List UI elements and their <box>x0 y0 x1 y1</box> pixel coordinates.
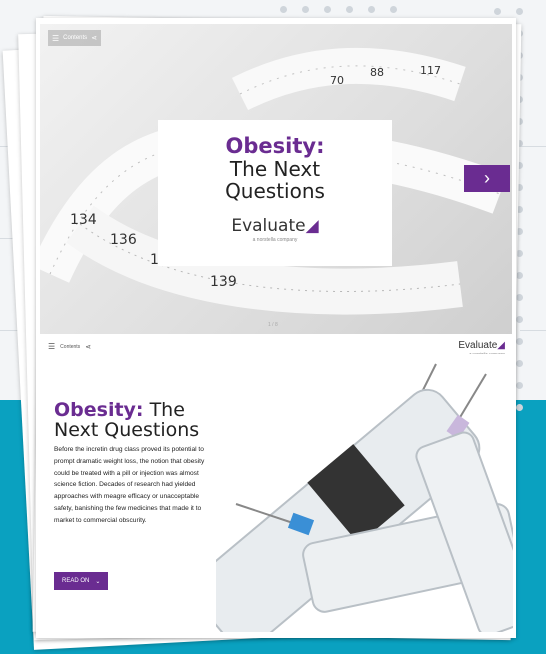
brand-subtitle: a norstella company <box>252 237 298 243</box>
brand-logo: Evaluate◢ <box>158 216 392 236</box>
syringe-illustration <box>216 363 513 632</box>
menu-icon[interactable]: ☰ <box>52 34 59 43</box>
slide-toolbar: ☰ Contents ⋖ <box>48 342 91 351</box>
next-slide-button[interactable]: › <box>464 165 510 192</box>
title-line2: The Next <box>229 157 321 181</box>
body-text: Before the incretin drug class proved it… <box>54 446 205 524</box>
slide-toolbar: ☰ Contents ⋖ <box>48 30 102 46</box>
chevron-down-icon: ⌄ <box>95 578 101 585</box>
svg-text:117: 117 <box>420 64 441 77</box>
svg-text:134: 134 <box>70 212 97 228</box>
share-icon[interactable]: ⋖ <box>91 34 97 42</box>
slide-intro: ☰ Contents ⋖ Evaluate◢ a norstella compa… <box>40 334 513 632</box>
heading: Obesity: The <box>54 400 185 420</box>
decorative-dots-top <box>280 6 480 18</box>
svg-text:136: 136 <box>110 232 137 248</box>
menu-icon[interactable]: ☰ <box>48 342 55 351</box>
read-on-button[interactable]: READ ON ⌄ <box>54 572 109 590</box>
chevron-right-icon: › <box>484 168 490 188</box>
read-on-label: READ ON <box>62 578 90 584</box>
heading-purple: Obesity: <box>54 399 144 421</box>
contents-label[interactable]: Contents <box>60 344 80 350</box>
svg-text:88: 88 <box>370 66 384 79</box>
heading-line2: Next Questions <box>54 419 200 441</box>
share-icon[interactable]: ⋖ <box>85 343 91 351</box>
brand-mark-icon: ◢ <box>305 216 319 236</box>
svg-text:70: 70 <box>330 74 344 87</box>
contents-label[interactable]: Contents <box>63 35 87 41</box>
title-card: Obesity: The Next Questions Evaluate◢ a … <box>158 120 392 266</box>
svg-text:139: 139 <box>210 274 237 290</box>
heading-rest: The <box>143 399 185 421</box>
syringe-image <box>216 354 513 632</box>
brand-mark-icon: ◢ <box>497 340 505 351</box>
page-indicator: 1 / 8 <box>268 322 278 328</box>
slide-cover: 134 136 137 139 70 88 117 ☰ Contents ⋖ O… <box>40 24 512 336</box>
brand-name: Evaluate <box>231 216 306 236</box>
brand-name: Evaluate <box>458 340 498 351</box>
title-line3: Questions <box>225 179 325 203</box>
title-line1: Obesity: <box>225 134 325 158</box>
